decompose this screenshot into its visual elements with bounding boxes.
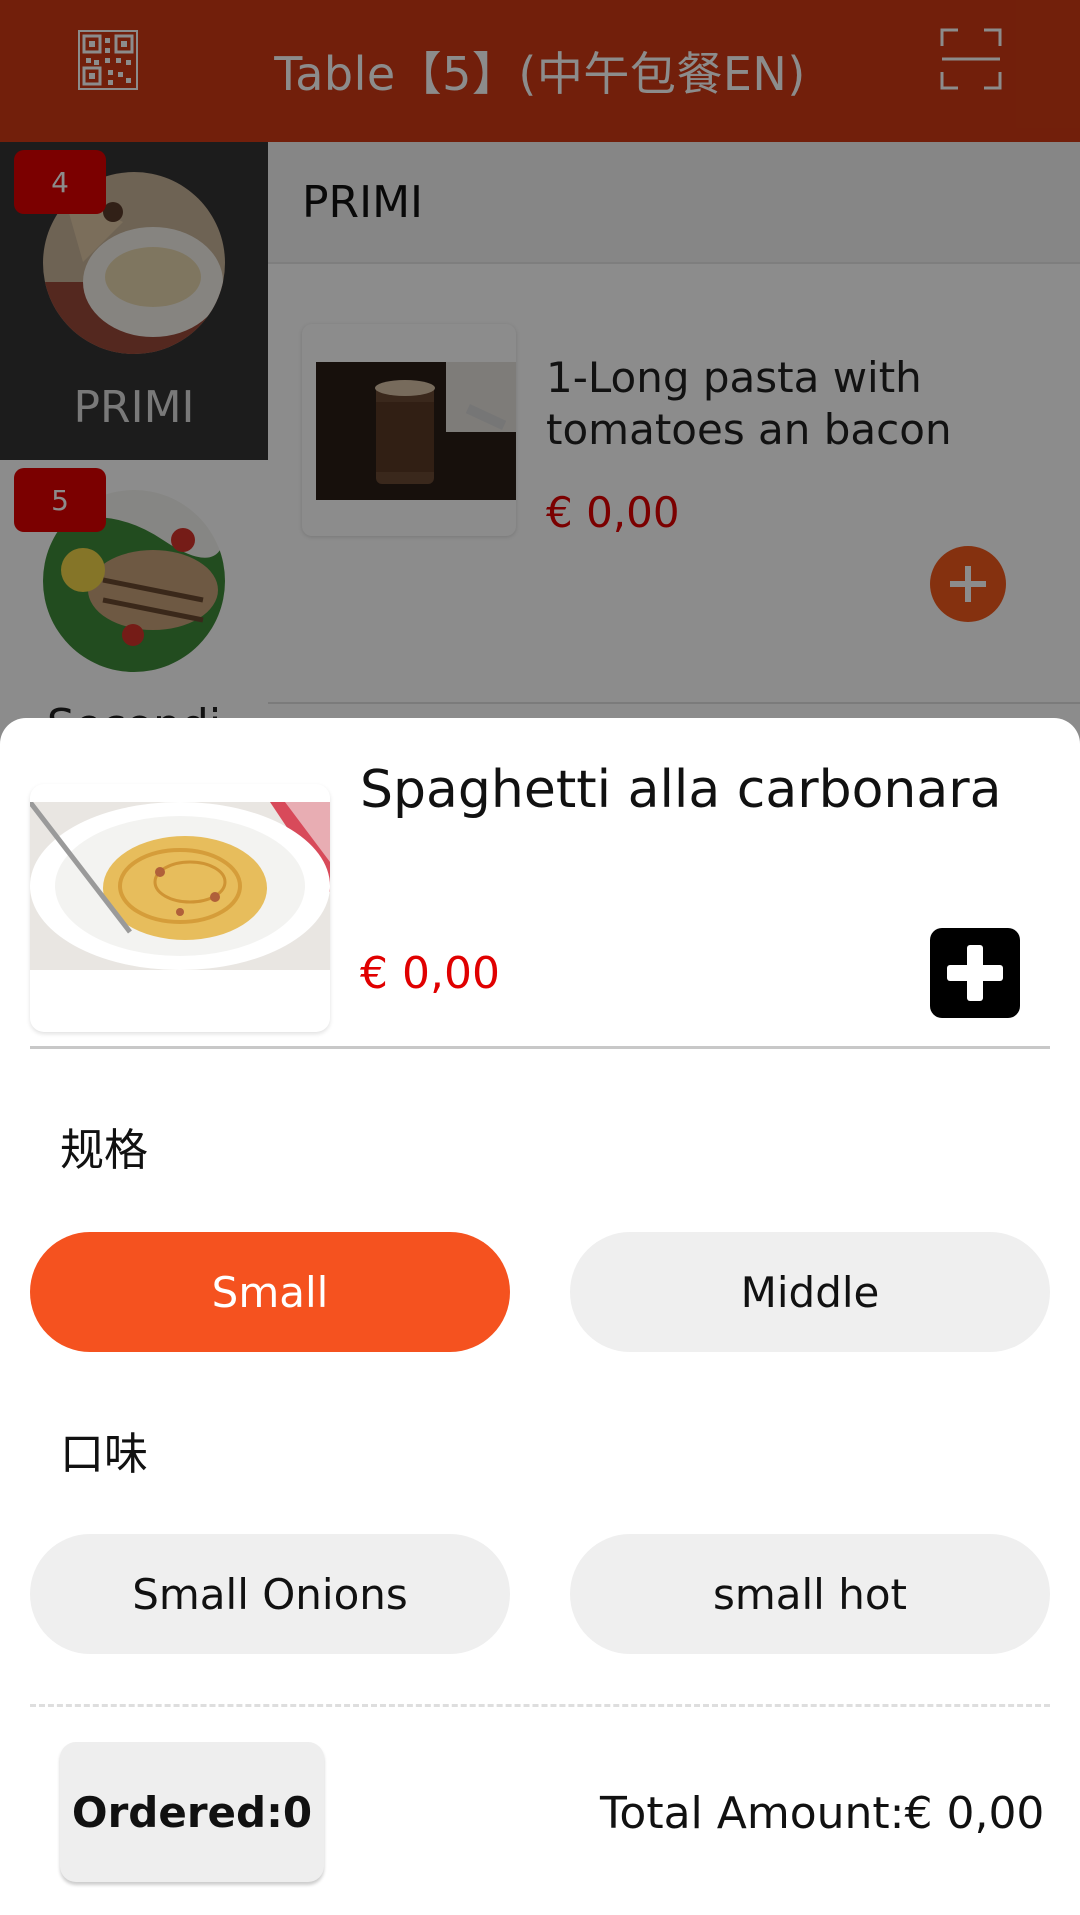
flavor-group-label: 口味 (60, 1429, 148, 1480)
total-amount: Total Amount:€ 0,00 (600, 1788, 1045, 1839)
option-small[interactable]: Small (30, 1232, 510, 1352)
dish-image-card (30, 784, 330, 1032)
dashed-divider (30, 1704, 1050, 1707)
add-to-cart-button[interactable] (930, 928, 1020, 1018)
plus-icon (947, 945, 1003, 1001)
option-small-hot[interactable]: small hot (570, 1534, 1050, 1654)
option-small-onions[interactable]: Small Onions (30, 1534, 510, 1654)
dish-image (30, 802, 330, 970)
dish-name: Spaghetti alla carbonara (360, 760, 1002, 820)
divider (30, 1046, 1050, 1049)
screen: Table【5】(中午包餐EN) 4 PRIMI 5 PRIMI 1-Long … (0, 0, 1080, 1915)
ordered-button[interactable]: Ordered:0 (60, 1742, 324, 1882)
option-middle[interactable]: Middle (570, 1232, 1050, 1352)
dish-price: € 0,00 (360, 948, 500, 999)
dish-options-sheet: Spaghetti alla carbonara € 0,00 规格 Small… (0, 718, 1080, 1915)
spec-group-label: 规格 (60, 1125, 148, 1176)
